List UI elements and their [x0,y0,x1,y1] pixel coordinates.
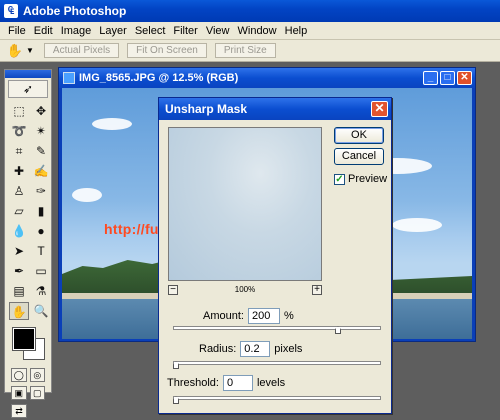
app-title-bar: ₠ Adobe Photoshop [0,0,500,22]
eyedropper-tool-icon[interactable]: ⚗ [31,282,51,300]
photoshop-logo-icon: ₠ [4,4,18,18]
menu-view[interactable]: View [202,25,234,37]
history-brush-tool-icon[interactable]: ✑ [31,182,51,200]
threshold-input[interactable] [222,375,253,391]
path-selection-tool-icon[interactable]: ➤ [9,242,29,260]
menu-select[interactable]: Select [131,25,170,37]
document-title-bar[interactable]: IMG_8565.JPG @ 12.5% (RGB) [59,68,475,88]
magic-wand-tool-icon[interactable]: ✴ [31,122,51,140]
menu-bar: File Edit Image Layer Select Filter View… [0,22,500,40]
print-size-button[interactable]: Print Size [214,43,276,58]
crop-tool-icon[interactable]: ⌗ [9,142,29,160]
cloud [72,188,102,202]
amount-unit: % [283,310,294,322]
healing-brush-tool-icon[interactable]: ✚ [9,162,29,180]
preview-label: Preview [348,173,388,185]
type-tool-icon[interactable]: T [31,242,51,260]
preview-zoom-level: 100% [234,285,256,294]
threshold-unit: levels [256,377,286,389]
move-tool-icon[interactable]: ✥ [31,102,51,120]
threshold-row: Threshold: levels [167,375,285,391]
preview-checkbox[interactable]: ✓ [334,173,345,185]
cloud [92,118,132,130]
actual-pixels-button[interactable]: Actual Pixels [43,43,120,58]
amount-row: Amount: % [203,308,294,324]
eraser-tool-icon[interactable]: ▱ [9,202,29,220]
radius-label: Radius: [199,343,237,355]
app-title: Adobe Photoshop [23,4,127,18]
preview-checkbox-row[interactable]: ✓ Preview [334,173,387,185]
menu-image[interactable]: Image [57,25,96,37]
preview-zoom-controls: − 100% + [168,285,322,297]
options-bar: ✋ ▼ Actual Pixels Fit On Screen Print Si… [0,40,500,62]
photoshop-feather-icon[interactable]: ➶ [8,80,48,98]
hand-tool-icon[interactable]: ✋ [9,302,29,320]
toolbox: ➶ ⬚ ✥ ➰ ✴ ⌗ ✎ ✚ ✍ ♙ ✑ ▱ ▮ 💧 ● ➤ T ✒ ▭ ▤ … [4,69,52,418]
amount-slider[interactable] [173,324,381,334]
menu-file[interactable]: File [4,25,30,37]
cloud [392,218,442,232]
radius-input[interactable] [240,341,271,357]
maximize-icon[interactable]: □ [440,71,455,85]
screen-mode-standard-icon[interactable]: ▣ [11,386,27,400]
menu-layer[interactable]: Layer [95,25,131,37]
hand-tool-icon[interactable]: ✋ [6,43,24,59]
menu-filter[interactable]: Filter [169,25,201,37]
dodge-tool-icon[interactable]: ● [31,222,51,240]
standard-mode-icon[interactable]: ◯ [11,368,27,382]
quick-mask-mode-icon[interactable]: ◎ [29,368,45,382]
dialog-title-bar[interactable]: Unsharp Mask [159,98,391,120]
menu-help[interactable]: Help [281,25,312,37]
jump-to-imageready-icon[interactable]: ⇄ [11,404,27,418]
document-title: IMG_8565.JPG @ 12.5% (RGB) [79,72,239,84]
dialog-title: Unsharp Mask [165,102,248,116]
filter-preview-pane[interactable] [168,127,322,281]
pen-tool-icon[interactable]: ✒ [9,262,29,280]
threshold-slider[interactable] [173,394,381,404]
radius-slider-track [173,361,381,365]
amount-label: Amount: [203,310,244,322]
minimize-icon[interactable]: _ [423,71,438,85]
close-icon[interactable]: ✕ [457,71,472,85]
tool-preset-dropdown-icon[interactable]: ▼ [26,46,34,55]
ok-button[interactable]: OK [334,127,384,144]
amount-input[interactable] [247,308,280,324]
fit-on-screen-button[interactable]: Fit On Screen [127,43,207,58]
cancel-button[interactable]: Cancel [334,148,384,165]
gradient-tool-icon[interactable]: ▮ [31,202,51,220]
radius-unit: pixels [274,343,303,355]
marquee-tool-icon[interactable]: ⬚ [9,102,29,120]
threshold-slider-track [173,396,381,400]
document-icon [63,72,75,84]
radius-slider[interactable] [173,359,381,369]
unsharp-mask-dialog: Unsharp Mask ✕ − 100% + OK Cancel ✓ Prev… [158,97,392,414]
amount-slider-track [173,326,381,330]
foreground-color-swatch[interactable] [12,327,36,351]
toolbox-header[interactable] [5,70,51,78]
zoom-tool-icon[interactable]: 🔍 [31,302,51,320]
notes-tool-icon[interactable]: ▤ [9,282,29,300]
brush-tool-icon[interactable]: ✍ [31,162,51,180]
blur-tool-icon[interactable]: 💧 [9,222,29,240]
shape-tool-icon[interactable]: ▭ [31,262,51,280]
slice-tool-icon[interactable]: ✎ [31,142,51,160]
threshold-label: Threshold: [167,377,219,389]
color-swatches [9,326,47,362]
clone-stamp-tool-icon[interactable]: ♙ [9,182,29,200]
menu-edit[interactable]: Edit [30,25,57,37]
dialog-close-icon[interactable]: ✕ [371,101,388,117]
zoom-in-button[interactable]: + [312,285,322,295]
radius-row: Radius: pixels [181,341,302,357]
menu-window[interactable]: Window [234,25,281,37]
screen-mode-full-menu-icon[interactable]: ▢ [29,386,45,400]
lasso-tool-icon[interactable]: ➰ [9,122,29,140]
